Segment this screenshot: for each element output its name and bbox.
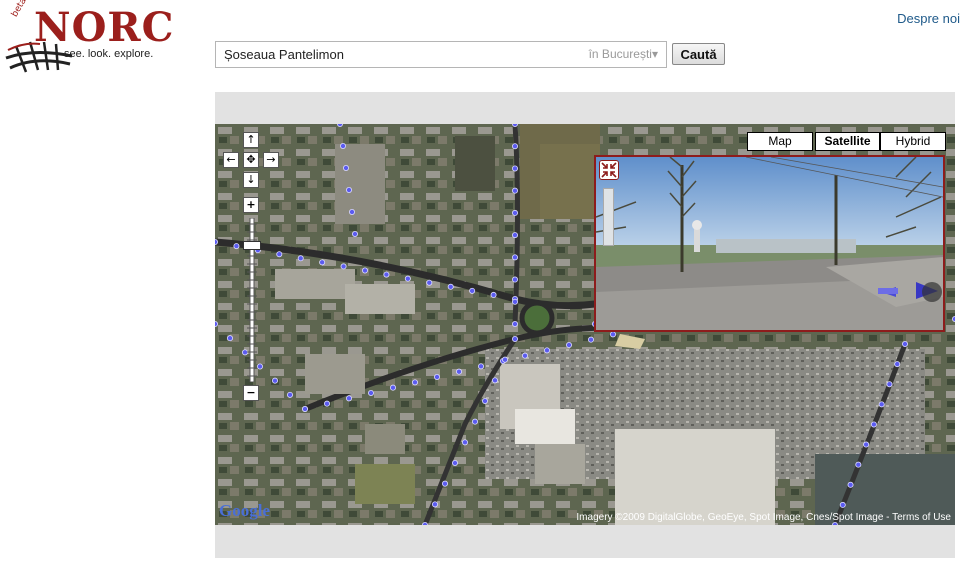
search-box: în București▾ — [215, 41, 667, 68]
pan-down-button[interactable]: ↓ — [243, 172, 259, 188]
map-type-map[interactable]: Map — [747, 132, 813, 151]
google-logo[interactable]: Google — [219, 501, 270, 521]
logo-tagline: see. look. explore. — [64, 48, 154, 60]
pan-left-button[interactable]: ← — [223, 152, 239, 168]
chevron-down-icon: ▾ — [651, 47, 658, 61]
collapse-street-view-icon[interactable] — [599, 160, 619, 180]
beta-label: beta — [10, 0, 29, 20]
zoom-out-button[interactable]: − — [243, 385, 259, 401]
logo-wordmark: NORC — [34, 4, 175, 51]
google-logo-text: Google — [219, 501, 270, 520]
search-input[interactable] — [224, 42, 564, 67]
page: beta NORC see. look. explore. Despre noi… — [0, 0, 972, 561]
about-link[interactable]: Despre noi — [897, 11, 960, 26]
city-select[interactable]: în București▾ — [589, 47, 658, 61]
zoom-handle[interactable] — [243, 241, 261, 250]
pan-up-button[interactable]: ↑ — [243, 132, 259, 148]
map-attribution[interactable]: Imagery ©2009 DigitalGlobe, GeoEye, Spot… — [576, 512, 951, 523]
street-view-panel[interactable] — [594, 155, 945, 332]
pan-right-button[interactable]: → — [263, 152, 279, 168]
satellite-map[interactable]: Map Satellite Hybrid ↑ ← ✥ → ↓ + − Googl… — [215, 124, 955, 525]
map-type-hybrid-label: Hybrid — [895, 134, 931, 148]
map-type-satellite-label: Satellite — [824, 134, 871, 148]
map-type-hybrid[interactable]: Hybrid — [880, 132, 946, 151]
collapse-arrows-icon — [601, 162, 617, 178]
search-button[interactable]: Caută — [672, 43, 725, 65]
zoom-in-button[interactable]: + — [243, 197, 259, 213]
city-label: în București — [588, 47, 652, 61]
map-type-map-label: Map — [768, 134, 792, 148]
norc-logo[interactable]: beta NORC see. look. explore. — [4, 0, 175, 74]
street-view-zoom-slider[interactable] — [603, 188, 614, 246]
map-type-satellite[interactable]: Satellite — [815, 132, 880, 151]
street-view-image — [596, 157, 943, 330]
pan-center-button[interactable]: ✥ — [243, 152, 259, 168]
